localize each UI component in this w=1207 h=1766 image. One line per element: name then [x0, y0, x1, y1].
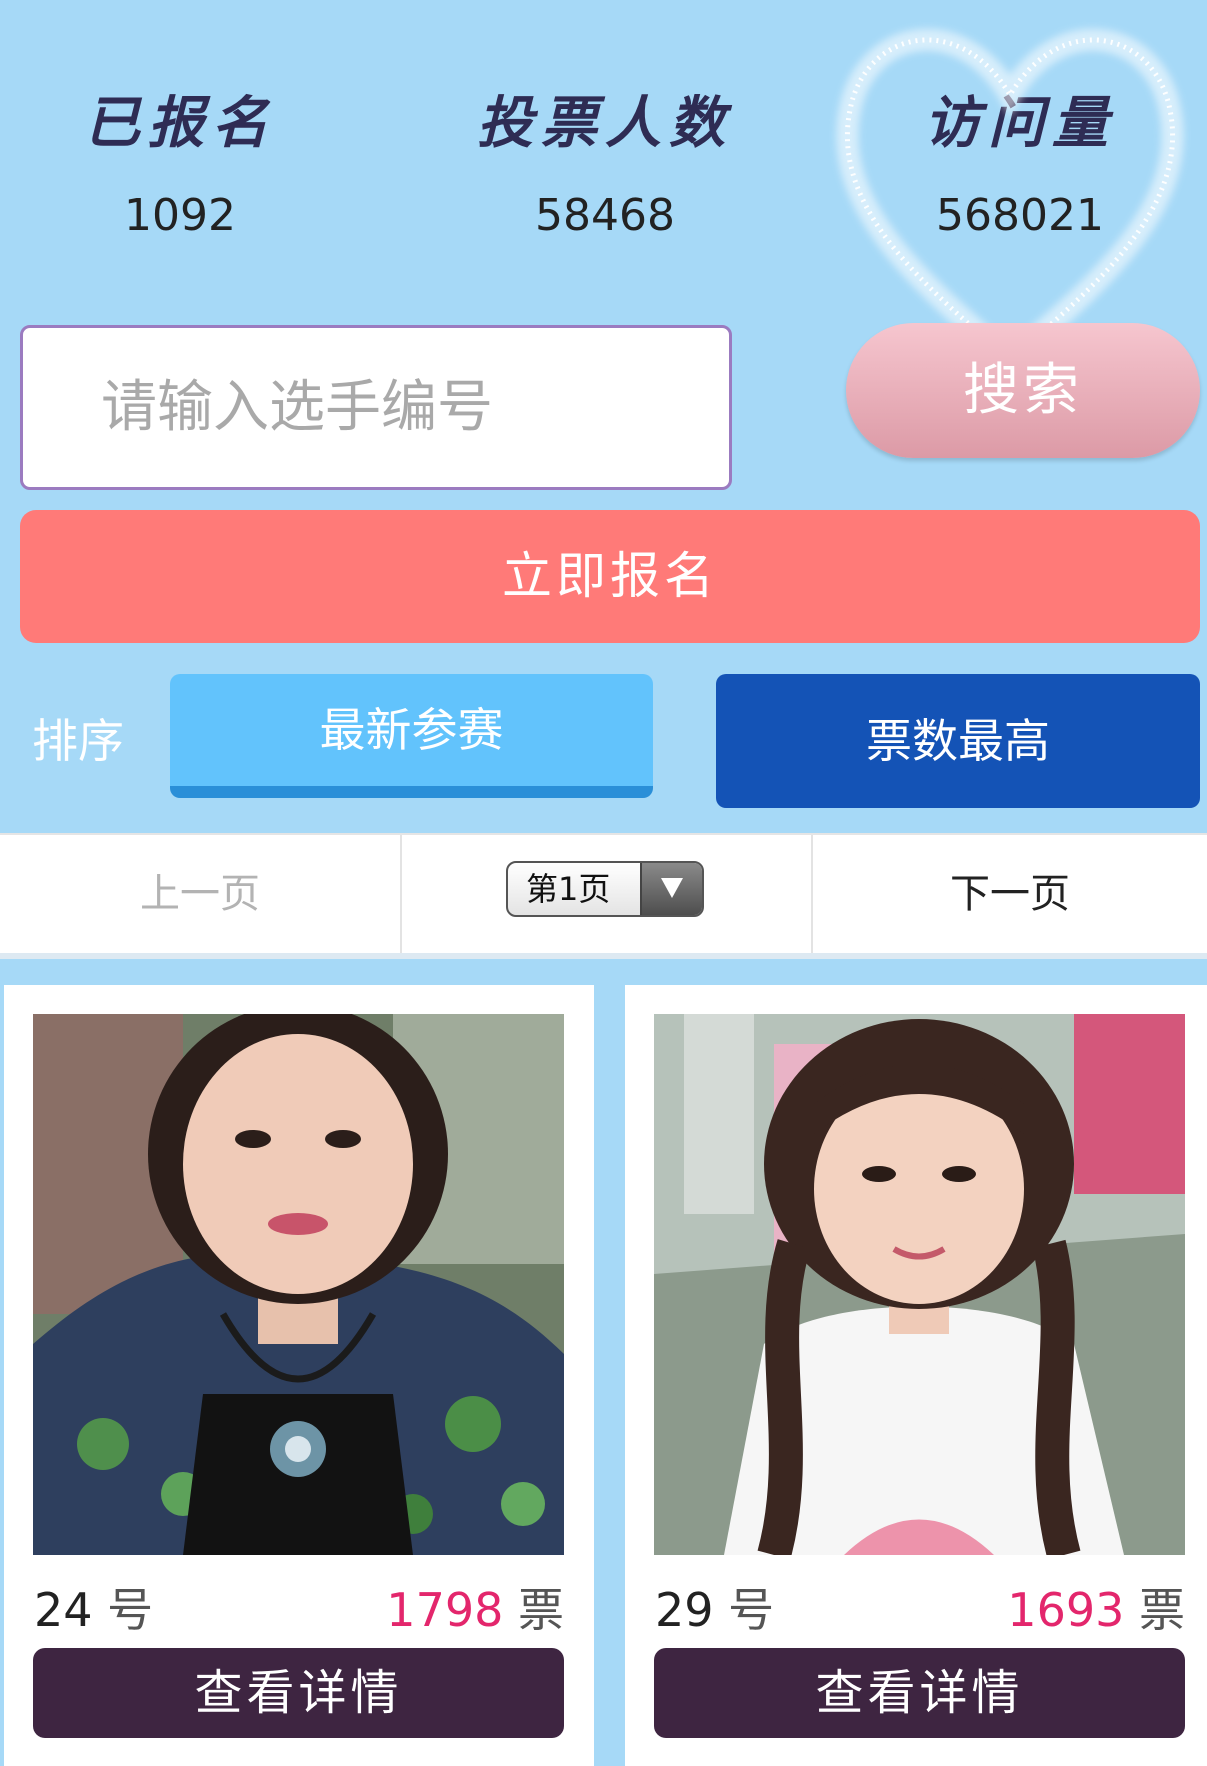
search-input[interactable]: 请输入选手编号	[20, 325, 732, 490]
signup-button[interactable]: 立即报名	[20, 510, 1200, 643]
search-placeholder: 请输入选手编号	[101, 375, 493, 440]
search-button[interactable]: 搜索	[846, 323, 1200, 458]
contestant-number: 29 号	[655, 1583, 775, 1637]
sort-most-votes-button[interactable]: 票数最高	[716, 674, 1200, 808]
view-details-button[interactable]: 查看详情	[33, 1648, 564, 1738]
sort-newest-button[interactable]: 最新参赛	[170, 674, 653, 798]
sort-label: 排序	[32, 714, 124, 768]
stat-label: 投票人数	[477, 90, 733, 156]
pagination-bar: 上一页 第1页 下一页	[0, 833, 1207, 959]
page-select-value: 第1页	[526, 870, 611, 908]
prev-page-button[interactable]: 上一页	[0, 835, 400, 953]
stat-label: 已报名	[84, 90, 276, 156]
contestant-photo[interactable]	[654, 1014, 1185, 1555]
stat-voters: 投票人数 58468	[405, 88, 805, 242]
contestant-number: 24 号	[34, 1583, 154, 1637]
contestant-photo[interactable]	[33, 1014, 564, 1555]
divider	[400, 835, 402, 953]
contestant-card: 24 号 1798 票 查看详情	[4, 985, 594, 1766]
stat-value: 58468	[535, 190, 675, 241]
contestant-votes: 1798 票	[386, 1583, 564, 1637]
contestant-card: 29 号 1693 票 查看详情	[625, 985, 1207, 1766]
stat-registered: 已报名 1092	[0, 88, 380, 242]
contestant-votes: 1693 票	[1007, 1583, 1185, 1637]
stat-value: 1092	[124, 190, 236, 241]
view-details-button[interactable]: 查看详情	[654, 1648, 1185, 1738]
page-select[interactable]: 第1页	[506, 861, 704, 917]
next-page-button[interactable]: 下一页	[813, 835, 1207, 953]
triangle-down-icon	[640, 863, 702, 915]
